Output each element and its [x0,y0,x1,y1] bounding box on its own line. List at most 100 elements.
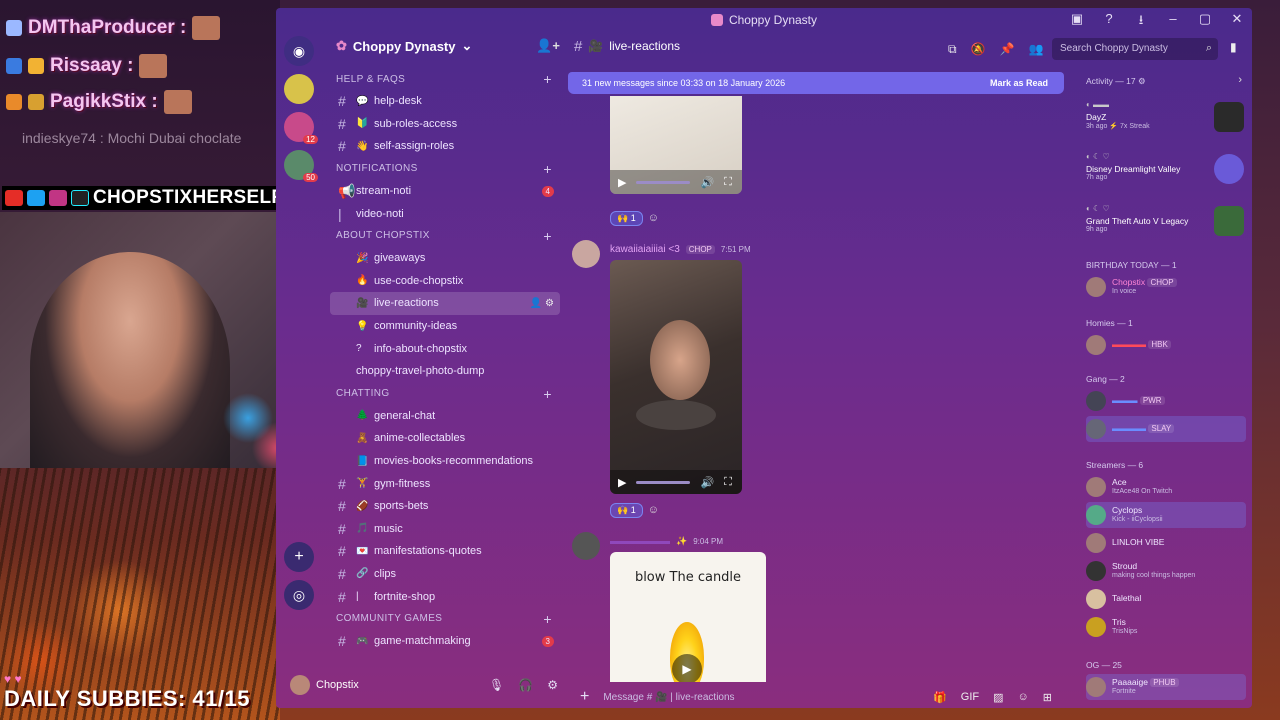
microphone-icon[interactable]: 🎙 [489,678,504,692]
message-author[interactable]: kawaiiaiaiiiai <3 [610,244,680,255]
member-item[interactable]: Chopstix CHOP In voice [1086,274,1246,300]
play-icon[interactable]: ▶ [618,476,626,489]
apps-icon[interactable]: ⊞ [1043,691,1052,704]
add-server-icon[interactable]: + [284,542,314,572]
gif-icon[interactable]: GIF [961,691,979,704]
channel-settings-icon[interactable]: 👤 ⚙ [530,298,554,309]
close-button[interactable]: ✕ [1228,11,1246,33]
member-item[interactable]: Talethal [1086,586,1246,612]
progress-track[interactable] [636,180,691,184]
category-notifications[interactable]: NOTIFICATIONS + [324,158,566,180]
category-community[interactable]: COMMUNITY GAMES + [324,608,566,630]
avatar[interactable] [572,240,600,268]
sticker-icon[interactable]: ▨ [993,691,1003,704]
channel-sub-roles-access[interactable]: # 🔰 sub-roles-access [324,113,566,136]
channel-sports-bets[interactable]: # 🏈 sports-bets [324,495,566,518]
member-item[interactable]: Ace ItzAce48 On Twitch [1086,474,1246,500]
server-icon-3[interactable]: 50 [284,150,318,182]
channel-clips[interactable]: # 🔗 clips [324,563,566,586]
channel-self-assign-roles[interactable]: # 👋 self-assign-roles [324,135,566,158]
progress-track[interactable] [636,480,691,484]
chevron-right-icon[interactable]: › [1238,74,1242,86]
avatar[interactable] [290,675,310,695]
video-embed[interactable]: ▶ 🔊 ⛶ [610,96,742,194]
channel-info-about-chopstix[interactable]: ? info-about-chopstix [324,337,566,360]
video-embed[interactable]: ▶ 🔊 ⛶ [610,260,742,494]
fullscreen-icon[interactable]: ⛶ [724,176,732,189]
play-button[interactable]: ▶ [672,654,702,682]
pin-icon[interactable]: 📌 [1000,42,1015,57]
channel-movies-books[interactable]: 📘 movies-books-recommendations [324,450,566,473]
emoji-icon[interactable]: ☺ [1018,691,1029,704]
member-list[interactable]: Activity — 17 ⚙ › ◐ ▬▬ DayZ 3h ago ⚡ 7x … [1080,70,1248,708]
message-list[interactable]: ▶ 🔊 ⛶ 🙌 1 ☺ kawaiiaiaiiiai <3 CHOP 7:51 … [568,96,1064,682]
channel-video-noti[interactable]: | video-noti [324,202,566,225]
maximize-button[interactable]: ▢ [1196,11,1214,33]
inbox-icon[interactable]: ▣ [1068,11,1086,33]
add-channel-icon[interactable]: + [543,71,552,87]
add-attachment-icon[interactable]: + [580,688,589,706]
add-channel-icon[interactable]: + [543,161,552,177]
add-reaction-icon[interactable]: ☺ [648,212,659,224]
gift-icon[interactable]: 🎁 [933,691,947,704]
channel-gym-fitness[interactable]: # 🏋 gym-fitness [324,472,566,495]
member-item[interactable]: Stroud making cool things happen [1086,558,1246,584]
avatar[interactable] [572,532,600,560]
category-chatting[interactable]: CHATTING + [324,383,566,405]
member-item[interactable]: ▬▬▬▬ SLAY [1086,416,1246,442]
candle-video-embed[interactable]: blow The candle ▶ [610,552,766,682]
fullscreen-icon[interactable]: ⛶ [724,476,732,489]
help-icon[interactable]: ? [1100,11,1118,33]
volume-icon[interactable]: 🔊 [700,176,714,189]
category-about[interactable]: ABOUT CHOPSTIX + [324,225,566,247]
member-item[interactable]: Tris TrisNips [1086,614,1246,640]
search-input[interactable]: Search Choppy Dynasty ⌕ [1052,38,1218,60]
server-icon-2[interactable]: 12 [284,112,318,144]
add-channel-icon[interactable]: + [543,386,552,402]
channel-live-reactions[interactable]: 🎥 live-reactions 👤 ⚙ [330,292,560,315]
channel-manifestations-quotes[interactable]: # 💌 manifestations-quotes [324,540,566,563]
play-icon[interactable]: ▶ [618,176,626,189]
settings-gear-icon[interactable]: ⚙ [547,678,558,692]
composer-placeholder[interactable]: Message # 🎥 | live-reactions [603,692,734,703]
channel-giveaways[interactable]: 🎉 giveaways [324,247,566,270]
threads-icon[interactable]: ⧉ [948,42,957,57]
channel-music[interactable]: # 🎵 music [324,518,566,541]
message-composer[interactable]: + Message # 🎥 | live-reactions 🎁 GIF ▨ ☺… [572,684,1060,708]
channel-stream-noti[interactable]: 📢 stream-noti 4 [324,180,566,203]
add-reaction-icon[interactable]: ☺ [648,504,659,516]
mute-icon[interactable]: 🔕 [971,42,986,57]
explore-icon[interactable]: ◎ [284,580,314,610]
invite-icon[interactable]: 👤+ [536,38,560,54]
channel-help-desk[interactable]: # 💬 help-desk [324,90,566,113]
add-channel-icon[interactable]: + [543,611,552,627]
member-item[interactable]: LINLOH VIBE [1086,530,1246,556]
add-channel-icon[interactable]: + [543,228,552,244]
inbox-icon[interactable]: ▮ [1230,40,1237,54]
new-messages-bar[interactable]: 31 new messages since 03:33 on 18 Januar… [568,72,1064,94]
activity-item[interactable]: ◐ ▬▬ DayZ 3h ago ⚡ 7x Streak [1086,100,1246,140]
channel-general-chat[interactable]: 🌲 general-chat [324,405,566,428]
mark-as-read-button[interactable]: Mark as Read [990,78,1048,88]
category-help[interactable]: HELP & FAQS + [324,68,566,90]
reaction-raised-hands[interactable]: 🙌 1 [610,502,643,518]
server-icon-1[interactable] [284,74,314,104]
discord-home-icon[interactable]: ◉ [284,36,314,66]
headphones-icon[interactable]: 🎧 [518,678,533,692]
search-icon[interactable]: ⌕ [1206,42,1212,55]
server-header[interactable]: ✿ Choppy Dynasty ⌄ 👤+ [324,32,566,60]
reaction-raised-hands[interactable]: 🙌 1 [610,210,643,226]
message-author[interactable]: ▬▬▬▬▬▬ [610,536,670,547]
channel-use-code-chopstix[interactable]: 🔥 use-code-chopstix [324,270,566,293]
activity-item[interactable]: ◐ ☾ ♡ Disney Dreamlight Valley 7h ago [1086,152,1246,192]
minimize-button[interactable]: – [1164,11,1182,33]
channel-choppy-travel-photo-dump[interactable]: choppy-travel-photo-dump [324,360,566,383]
member-item[interactable]: Cyclops Kick - iiCyclopsii [1086,502,1246,528]
member-item[interactable]: ▬▬▬▬ HBK [1086,332,1246,358]
download-icon[interactable]: ⭳ [1132,11,1150,33]
channel-fortnite-shop[interactable]: # | fortnite-shop [324,585,566,608]
channel-community-ideas[interactable]: 💡 community-ideas [324,315,566,338]
member-item[interactable]: Paaaaige PHUB Fortnite [1086,674,1246,700]
channel-game-matchmaking[interactable]: # 🎮 game-matchmaking 3 [324,630,566,653]
volume-icon[interactable]: 🔊 [700,476,714,489]
